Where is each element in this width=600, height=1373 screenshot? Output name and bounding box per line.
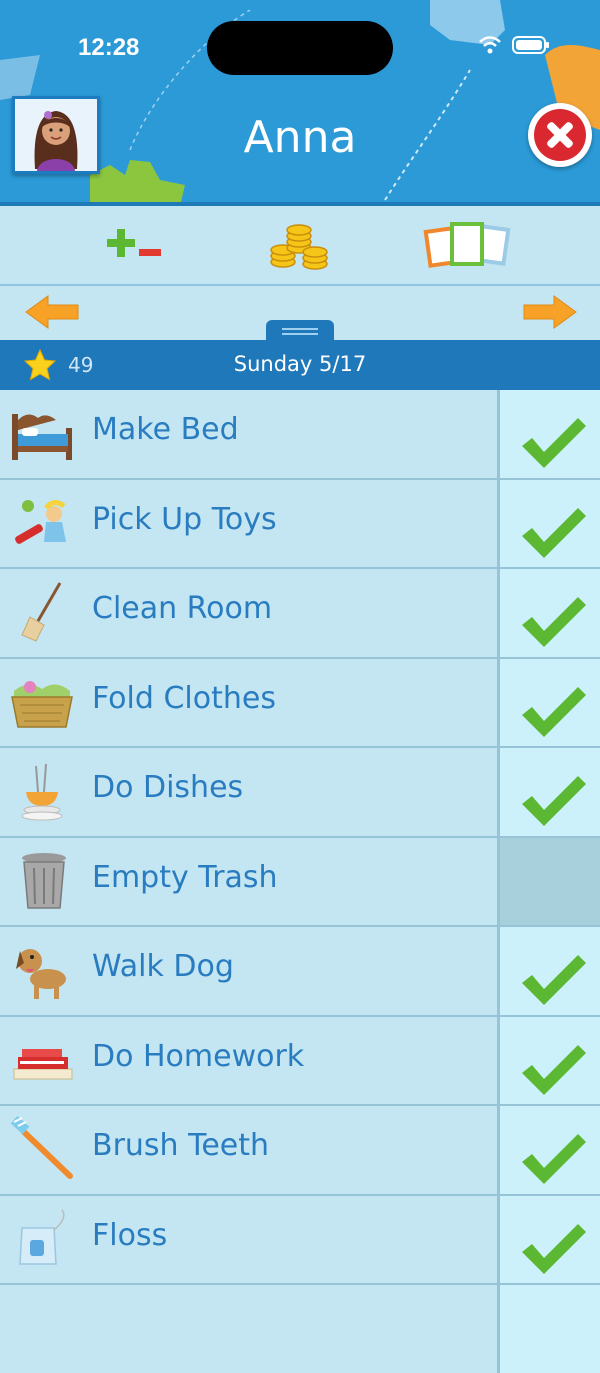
chore-row: Floss [0,1195,600,1285]
wifi-icon [479,36,501,54]
battery-icon [512,36,549,54]
chore-checkbox[interactable] [500,1106,600,1194]
chore-checkbox[interactable] [500,837,600,925]
chore-row-partial [0,1285,600,1373]
chore-row: Pick Up Toys [0,479,600,569]
chore-item[interactable] [0,1285,500,1373]
toys-icon [15,499,66,544]
dynamic-island [207,21,393,75]
chore-item[interactable]: Pick Up Toys [0,479,500,567]
checkmark-icon [522,1223,586,1274]
chore-checkbox[interactable] [500,927,600,1015]
chore-checkbox[interactable] [500,479,600,567]
drawer-handle[interactable] [266,320,334,342]
chore-label: Brush Teeth [92,1128,270,1163]
adjust-points-button[interactable] [95,216,175,274]
checkmark-icon [522,507,586,558]
chore-checkbox[interactable] [500,658,600,746]
chore-label: Clean Room [92,591,273,626]
floss-icon [19,1209,65,1265]
dog-icon [16,949,66,999]
laundry-basket-icon [11,680,73,728]
photo-cards-icon [423,222,511,268]
chore-item[interactable]: Walk Dog [0,927,500,1015]
checkmark-icon [522,955,586,1005]
bed-icon [12,414,72,460]
chore-checkbox[interactable] [500,1016,600,1104]
books-icon [13,1048,73,1079]
day-navigation [0,286,600,342]
toothbrush-icon [10,1116,73,1179]
checkmark-icon [522,776,586,826]
chore-row: Do Dishes [0,748,600,838]
coins-icon [270,224,328,270]
trash-can-icon [22,852,66,909]
app-header: 12:28 Anna [0,0,600,206]
chore-item[interactable]: Do Dishes [0,748,500,836]
chore-label: Walk Dog [92,949,234,984]
status-time: 12:28 [78,34,140,61]
broom-icon [21,582,62,642]
chore-checkbox[interactable] [500,748,600,836]
previous-day-arrow-icon[interactable] [24,294,80,330]
checkmark-icon [522,686,586,737]
chore-label: Do Dishes [92,770,244,805]
chore-label: Floss [92,1217,168,1253]
close-button[interactable] [528,103,592,167]
chore-checkbox[interactable] [500,390,600,478]
chore-row: Fold Clothes [0,658,600,748]
chore-checkbox[interactable] [500,569,600,657]
checkmark-icon [522,1044,586,1095]
toolbar [0,206,600,286]
rewards-button[interactable] [258,216,338,274]
next-day-arrow-icon[interactable] [522,294,578,330]
chore-label: Do Homework [92,1038,305,1074]
chore-label: Empty Trash [92,859,278,895]
close-icon [534,109,586,161]
status-icons [478,36,550,54]
chore-item[interactable]: Floss [0,1195,500,1283]
checkmark-icon [522,418,586,468]
chore-item[interactable]: Empty Trash [0,837,500,925]
chore-item[interactable]: Do Homework [0,1016,500,1104]
chore-cards-button[interactable] [422,216,512,274]
child-name-title: Anna [243,112,357,163]
checkmark-icon [522,597,586,647]
chore-row: Make Bed [0,390,600,480]
current-date: Sunday 5/17 [233,352,367,376]
chore-row: Brush Teeth [0,1106,600,1196]
chore-label: Pick Up Toys [92,501,277,537]
chore-list: Make Bed Pick Up Toys Clean Room Fold Cl… [0,390,600,1373]
chore-row: Walk Dog [0,927,600,1017]
plus-minus-icon [107,229,161,257]
date-bar: 49 Sunday 5/17 [0,340,600,390]
chore-row: Do Homework [0,1016,600,1106]
chore-row: Clean Room [0,569,600,659]
chore-label: Make Bed [92,412,239,447]
chore-checkbox[interactable] [500,1195,600,1283]
chore-row: Empty Trash [0,837,600,927]
chore-checkbox[interactable] [500,1285,600,1373]
chore-item[interactable]: Make Bed [0,390,500,478]
dishes-icon [21,763,63,821]
checkmark-icon [522,1134,586,1184]
chore-item[interactable]: Clean Room [0,569,500,657]
chore-label: Fold Clothes [92,680,276,716]
chore-item[interactable]: Fold Clothes [0,658,500,746]
chore-item[interactable]: Brush Teeth [0,1106,500,1194]
